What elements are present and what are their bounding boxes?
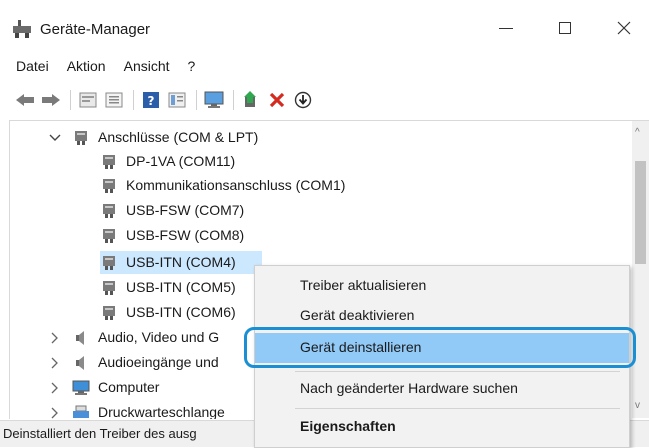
port-icon bbox=[100, 177, 118, 195]
chevron-right-icon[interactable] bbox=[48, 381, 62, 395]
view-icon[interactable] bbox=[166, 89, 188, 111]
menu-help[interactable]: ? bbox=[179, 53, 205, 79]
list-icon[interactable] bbox=[103, 89, 125, 111]
category-label: Computer bbox=[98, 379, 160, 395]
svg-text:?: ? bbox=[148, 94, 155, 108]
device-label: USB-ITN (COM4) bbox=[126, 254, 236, 270]
port-icon bbox=[100, 227, 118, 245]
scrollbar-thumb[interactable] bbox=[635, 161, 646, 264]
speaker-icon bbox=[72, 354, 90, 372]
close-button[interactable] bbox=[601, 8, 647, 48]
toolbar-divider bbox=[70, 90, 71, 110]
device-label: USB-ITN (COM5) bbox=[126, 279, 236, 295]
category-label: Audioeingänge und bbox=[98, 354, 219, 370]
menu-item-label: Gerät deaktivieren bbox=[300, 307, 415, 323]
toolbar-divider bbox=[133, 90, 134, 110]
port-icon bbox=[100, 254, 118, 272]
menu-datei[interactable]: Datei bbox=[0, 53, 58, 79]
chevron-right-icon[interactable] bbox=[48, 331, 62, 345]
menu-item-label: Eigenschaften bbox=[300, 418, 396, 434]
menu-aktion[interactable]: Aktion bbox=[58, 53, 115, 79]
properties-icon[interactable] bbox=[77, 89, 99, 111]
scroll-down-icon[interactable]: v bbox=[635, 400, 640, 411]
device-label: Kommunikationsanschluss (COM1) bbox=[126, 177, 346, 193]
category-label: Anschlüsse (COM & LPT) bbox=[98, 129, 259, 145]
menu-item-properties[interactable]: Eigenschaften bbox=[255, 412, 629, 442]
category-label: Druckwarteschlange bbox=[98, 404, 225, 419]
port-icon bbox=[100, 202, 118, 220]
update-driver-icon[interactable] bbox=[240, 89, 262, 111]
maximize-button[interactable] bbox=[542, 8, 588, 48]
disable-icon[interactable] bbox=[292, 89, 314, 111]
device-manager-window: Geräte-Manager Datei Aktion Ansicht ? ? bbox=[0, 0, 649, 448]
chevron-down-icon[interactable] bbox=[48, 131, 62, 145]
port-icon bbox=[72, 129, 90, 147]
toolbar: ? bbox=[0, 84, 649, 116]
title-bar: Geräte-Manager bbox=[0, 0, 649, 52]
speaker-icon bbox=[72, 329, 90, 347]
chevron-right-icon[interactable] bbox=[48, 356, 62, 370]
port-icon bbox=[100, 279, 118, 297]
computer-icon bbox=[72, 379, 90, 397]
printer-icon bbox=[72, 404, 90, 419]
device-label: USB-FSW (COM7) bbox=[126, 202, 245, 218]
menu-item-scan-hardware[interactable]: Nach geänderter Hardware suchen bbox=[255, 374, 629, 404]
forward-icon[interactable] bbox=[40, 89, 62, 111]
close-icon bbox=[617, 21, 631, 35]
status-text: Deinstalliert den Treiber des ausg bbox=[3, 426, 197, 441]
menu-item-label: Nach geänderter Hardware suchen bbox=[300, 380, 518, 396]
window-title: Geräte-Manager bbox=[40, 21, 151, 38]
menu-item-label: Treiber aktualisieren bbox=[300, 277, 427, 293]
scroll-up-icon[interactable]: ^ bbox=[635, 127, 640, 138]
device-label: USB-FSW (COM8) bbox=[126, 227, 245, 243]
port-icon bbox=[100, 153, 118, 171]
back-icon[interactable] bbox=[14, 89, 36, 111]
focus-highlight-ring bbox=[244, 327, 636, 368]
toolbar-divider bbox=[233, 90, 234, 110]
device-label: USB-ITN (COM6) bbox=[126, 304, 236, 320]
uninstall-icon[interactable] bbox=[266, 89, 288, 111]
menu-bar: Datei Aktion Ansicht ? bbox=[0, 53, 649, 79]
menu-ansicht[interactable]: Ansicht bbox=[115, 53, 179, 79]
minimize-button[interactable] bbox=[483, 8, 529, 48]
menu-item-update-driver[interactable]: Treiber aktualisieren bbox=[255, 271, 629, 301]
device-label: DP-1VA (COM11) bbox=[126, 153, 236, 169]
help-icon[interactable]: ? bbox=[140, 89, 162, 111]
menu-separator bbox=[295, 371, 620, 372]
category-label: Audio, Video und G bbox=[98, 329, 220, 345]
port-icon bbox=[100, 304, 118, 322]
menu-separator bbox=[295, 408, 620, 409]
chevron-right-icon[interactable] bbox=[48, 406, 62, 419]
vertical-scrollbar[interactable]: ^ v bbox=[632, 121, 649, 418]
monitor-icon[interactable] bbox=[203, 89, 225, 111]
device-manager-icon bbox=[12, 20, 32, 38]
toolbar-divider bbox=[196, 90, 197, 110]
